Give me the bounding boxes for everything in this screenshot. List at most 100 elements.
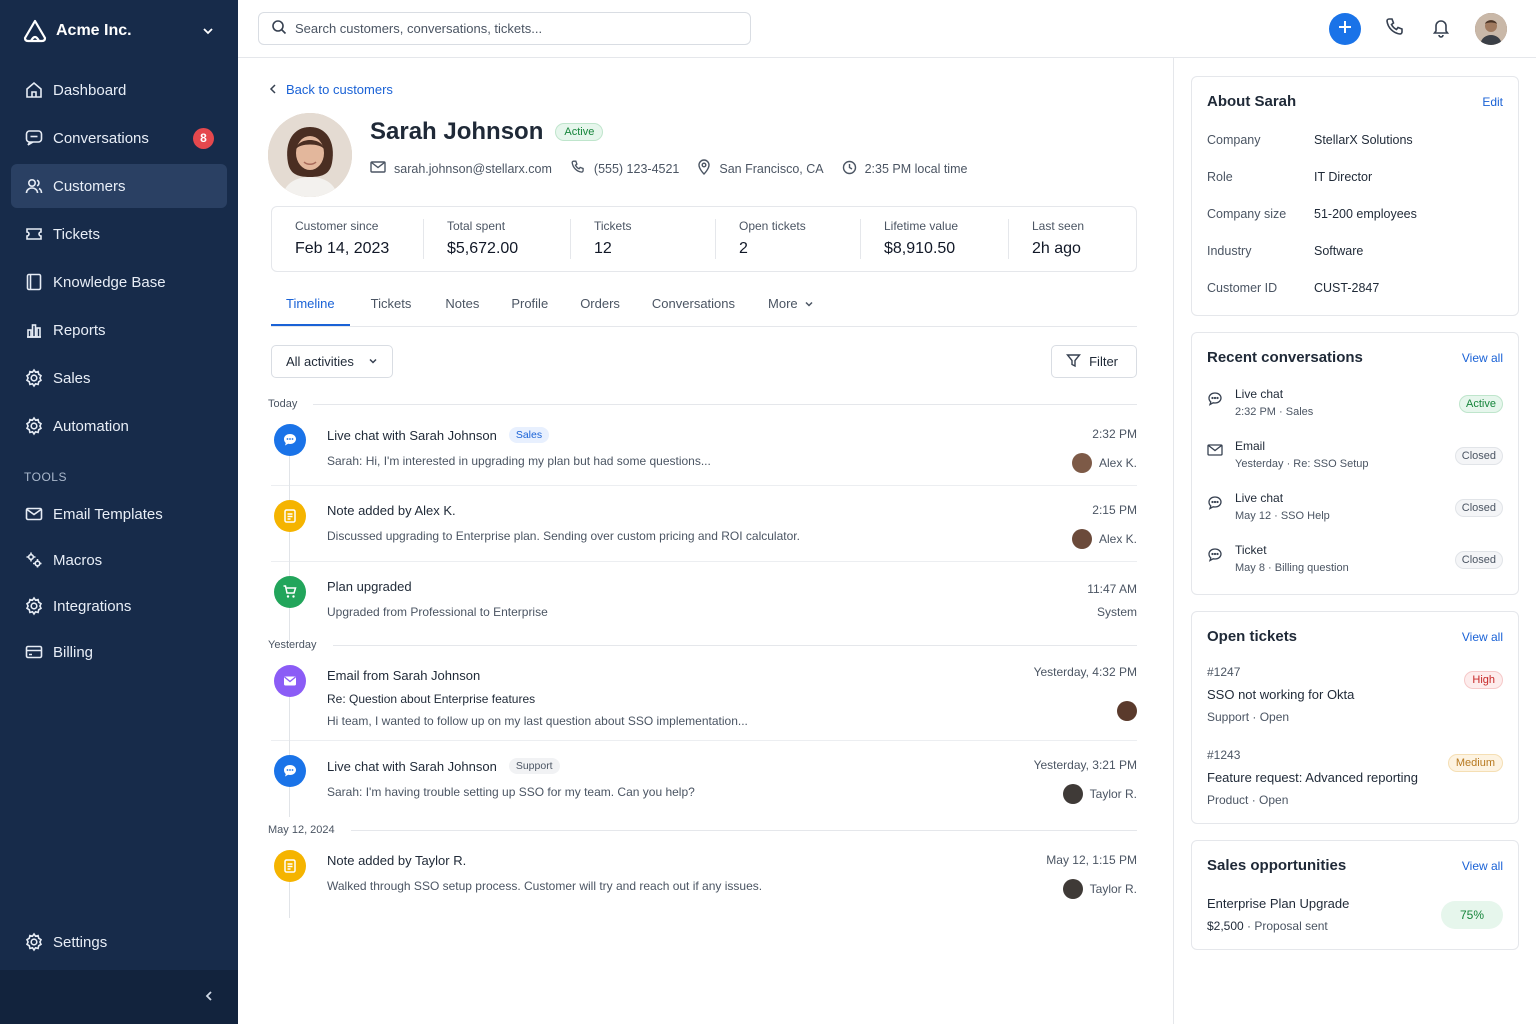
ticket-meta: Support · Open [1207,710,1290,724]
view-all-opportunities-link[interactable]: View all [1462,859,1503,873]
notifications-button[interactable] [1429,17,1453,41]
nav-item-conversations[interactable]: Conversations 8 [11,116,227,160]
nav-item-dashboard[interactable]: Dashboard [11,68,227,112]
activity-type-dropdown[interactable]: All activities [271,345,393,378]
event-title-row: Live chat with Sarah Johnson Support [327,758,1034,774]
event-author: Taylor R. [1046,879,1137,899]
settings-container: Settings [11,920,227,968]
timeline-event[interactable]: Live chat with Sarah Johnson Support Sara… [271,741,1137,816]
nav-label: Reports [53,321,106,339]
view-all-tickets-link[interactable]: View all [1462,630,1503,644]
edit-about-link[interactable]: Edit [1482,95,1503,109]
nav-item-settings[interactable]: Settings [11,920,227,964]
conversation-meta: Yesterday · Re: SSO Setup [1235,458,1369,470]
event-author: Taylor R. [1034,784,1137,804]
filter-button[interactable]: Filter [1051,345,1137,378]
event-time: 11:47 AM [1087,582,1137,596]
event-title: Live chat with Sarah Johnson [327,427,497,443]
chat-icon [1207,391,1225,410]
timeline-event[interactable]: Note added by Alex K. Discussed upgradin… [271,486,1137,562]
stat-label: Lifetime value [884,219,959,233]
priority-badge: High [1464,671,1503,689]
search-input[interactable] [295,21,738,36]
timeline-event[interactable]: Note added by Taylor R. Walked through S… [271,836,1137,911]
ticket-item[interactable]: #1247 SSO not working for Okta Support ·… [1207,665,1503,724]
dropdown-value: All activities [286,354,354,369]
nav-item-billing[interactable]: Billing [11,630,227,674]
nav-label: Conversations [53,129,149,147]
mail-icon [274,665,306,697]
card-header: Sales opportunities View all [1207,857,1503,874]
conversation-item[interactable]: Live chat May 12 · SSO Help Closed [1207,491,1503,522]
conversation-text: Ticket May 8 · Billing question [1235,543,1455,574]
conversation-item[interactable]: Ticket May 8 · Billing question Closed [1207,543,1503,574]
opportunity-name: Enterprise Plan Upgrade [1207,896,1350,911]
author-name: Alex K. [1098,532,1137,546]
nav-item-sales[interactable]: Sales [11,356,227,400]
conversation-item[interactable]: Live chat 2:32 PM · Sales Active [1207,387,1503,418]
content: Back to customers Sarah Johnson Active s… [238,58,1536,1024]
back-to-customers-link[interactable]: Back to customers [268,82,1137,97]
nav-item-customers[interactable]: Customers [11,164,227,208]
tab-timeline[interactable]: Timeline [271,294,350,326]
chevron-down-icon [354,354,378,369]
event-author: System [1096,605,1137,619]
conversation-meta: May 8 · Billing question [1235,562,1349,574]
customer-detail: Back to customers Sarah Johnson Active s… [238,58,1173,1024]
timeline-event[interactable]: Live chat with Sarah Johnson Sales Sarah:… [271,410,1137,486]
ticket-icon [24,224,44,244]
stat-label: Tickets [594,219,632,233]
view-all-conversations-link[interactable]: View all [1462,351,1503,365]
stat-value: 12 [594,240,612,257]
field-value: StellarX Solutions [1314,133,1413,147]
opportunity-item[interactable]: Enterprise Plan Upgrade $2,500 · Proposa… [1207,896,1503,933]
field-label: Customer ID [1207,281,1278,295]
conversation-channel: Email [1235,439,1266,453]
agent-avatar [1062,784,1083,804]
timeline-event[interactable]: Plan upgraded Upgraded from Professional… [271,562,1137,631]
nav-item-automation[interactable]: Automation [11,404,227,448]
open-tickets-card: Open tickets View all #1247 SSO not work… [1191,611,1519,824]
stat-total-spent: Total spent $5,672.00 [424,219,571,259]
day-label-may-12: May 12, 2024 [268,824,1137,836]
filter-label: Filter [1089,354,1118,369]
phone-contact[interactable]: (555) 123-4521 [570,159,679,178]
tab-conversations[interactable]: Conversations [637,294,750,326]
conversation-item[interactable]: Email Yesterday · Re: SSO Setup Closed [1207,439,1503,470]
nav-item-tickets[interactable]: Tickets [11,212,227,256]
email-contact[interactable]: sarah.johnson@stellarx.com [370,160,552,177]
tab-notes[interactable]: Notes [430,294,494,326]
nav-item-email-templates[interactable]: Email Templates [11,492,227,536]
event-body: Note added by Taylor R. Walked through S… [327,850,1046,899]
mail-icon [24,504,44,524]
nav-item-integrations[interactable]: Integrations [11,584,227,628]
call-button[interactable] [1383,17,1407,41]
nav-item-macros[interactable]: Macros [11,538,227,582]
user-avatar[interactable] [1475,12,1507,45]
search-box[interactable] [258,12,751,45]
status-badge: Closed [1454,551,1503,569]
status-badge: Active [1459,395,1503,413]
add-button[interactable] [1329,12,1361,45]
nav-item-reports[interactable]: Reports [11,308,227,352]
tab-orders[interactable]: Orders [565,294,635,326]
event-body: Live chat with Sarah Johnson Support Sara… [327,755,1034,804]
nav-item-knowledge-base[interactable]: Knowledge Base [11,260,227,304]
nav-label: Knowledge Base [53,273,166,291]
timeline-event[interactable]: Email from Sarah Johnson Re: Question ab… [271,651,1137,741]
tab-profile[interactable]: Profile [496,294,563,326]
card-header: Open tickets View all [1207,628,1503,645]
ticket-item[interactable]: #1243 Feature request: Advanced reportin… [1207,748,1503,807]
timeline-line [289,456,290,642]
collapse-sidebar-button[interactable] [0,970,238,1024]
conversation-meta: 2:32 PM · Sales [1235,406,1314,418]
tab-tickets[interactable]: Tickets [356,294,427,326]
customer-info: Sarah Johnson Active sarah.johnson@stell… [370,113,985,178]
about-row-company-size: Company size 51-200 employees [1207,207,1503,221]
events-today: Live chat with Sarah Johnson Sales Sarah:… [268,410,1137,642]
filter-row: All activities Filter [271,345,1137,378]
about-card: About Sarah Edit Company StellarX Solutio… [1191,76,1519,316]
event-meta: 2:15 PM Alex K. [1071,500,1137,549]
tab-more[interactable]: More [753,294,829,326]
workspace-switcher[interactable]: Acme Inc. [0,0,238,62]
